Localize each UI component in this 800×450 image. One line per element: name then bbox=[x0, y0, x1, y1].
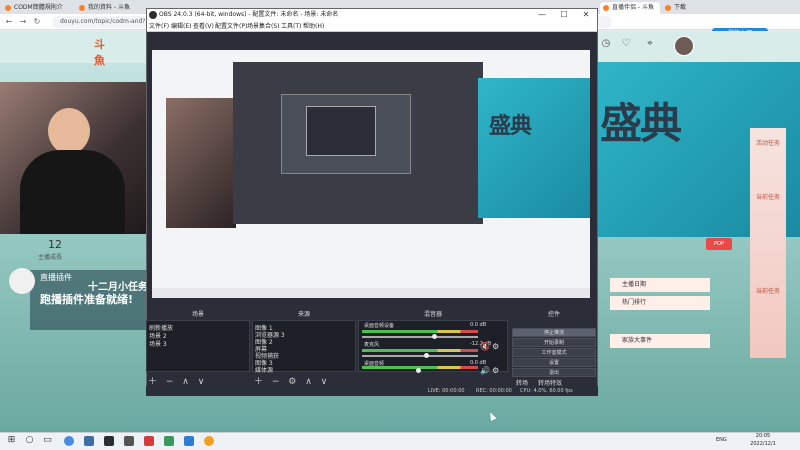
tray-time[interactable]: 20:05 bbox=[746, 433, 780, 440]
side-label: 当前任务 bbox=[755, 194, 780, 201]
status-cpu: CPU: 4.0%, 60.00 fps bbox=[520, 388, 573, 394]
studio-mode-button[interactable]: 工作室模式 bbox=[512, 348, 596, 357]
pop-badge[interactable]: POP bbox=[706, 238, 732, 250]
audio-meter bbox=[362, 349, 478, 352]
search-icon[interactable]: ○ bbox=[24, 435, 35, 446]
side-label: 当前任务 bbox=[755, 288, 780, 295]
streamer-face bbox=[48, 108, 90, 154]
plugin-card-title: 直播插件 bbox=[40, 273, 72, 282]
mixer-dock-title: 混音器 bbox=[423, 311, 442, 318]
app-icon[interactable] bbox=[204, 436, 214, 446]
speaker-icon[interactable]: 🔊 bbox=[480, 366, 490, 375]
forward-icon[interactable]: → bbox=[18, 17, 28, 27]
scene-item[interactable]: 场景 3 bbox=[149, 339, 167, 348]
chrome-icon[interactable] bbox=[64, 436, 74, 446]
volume-knob[interactable] bbox=[424, 353, 429, 358]
right-card[interactable]: 热门排行 bbox=[610, 296, 710, 310]
preview-nested-obs-3 bbox=[306, 106, 376, 156]
app-icon[interactable] bbox=[184, 436, 194, 446]
settings-button[interactable]: 设置 bbox=[512, 358, 596, 367]
exit-button[interactable]: 退出 bbox=[512, 368, 596, 377]
banner-text: 盛典 bbox=[600, 99, 682, 148]
preview-banner bbox=[478, 78, 590, 218]
app-icon[interactable] bbox=[84, 436, 94, 446]
app-icon[interactable] bbox=[164, 436, 174, 446]
site-logo[interactable]: 斗魚 bbox=[94, 36, 114, 67]
right-card[interactable]: 家族大事件 bbox=[610, 334, 710, 348]
follow-icon[interactable]: ♡ bbox=[620, 38, 632, 50]
gear-icon[interactable]: ⚙ bbox=[492, 366, 499, 375]
plugin-avatar bbox=[9, 268, 35, 294]
browser-tab[interactable]: 我的資料 - 斗魚 bbox=[76, 2, 148, 14]
browser-tab-active[interactable]: 直播伴侶 - 斗魚 bbox=[600, 2, 660, 14]
status-rec: REC: 00:00:00 bbox=[476, 388, 512, 394]
right-card[interactable]: 主播日期 bbox=[610, 278, 710, 292]
preview-streamer-video bbox=[166, 98, 236, 228]
mixer-track-db: 0.0 dB bbox=[470, 322, 487, 328]
mute-icon[interactable]: 🔇 bbox=[480, 342, 490, 351]
obs-taskbar-icon[interactable] bbox=[104, 436, 114, 446]
task-view-icon[interactable]: ▭ bbox=[42, 435, 53, 446]
volume-slider[interactable] bbox=[362, 355, 478, 357]
volume-knob[interactable] bbox=[416, 368, 421, 373]
browser-tab[interactable]: CODM簡體規則介 bbox=[2, 2, 74, 14]
location-icon[interactable]: ⌖ bbox=[644, 38, 656, 50]
user-avatar[interactable] bbox=[674, 36, 694, 56]
gear-icon[interactable]: ⚙ bbox=[492, 342, 499, 351]
scenes-dock-title: 场景 bbox=[191, 311, 204, 318]
source-item[interactable]: 媒体源 bbox=[255, 365, 273, 374]
side-activity-column bbox=[750, 128, 786, 358]
viewer-count: 12 bbox=[48, 238, 62, 251]
preview-taskbar bbox=[152, 288, 590, 298]
wps-icon[interactable] bbox=[144, 436, 154, 446]
controls-dock-title: 控件 bbox=[547, 311, 560, 318]
scenes-dock: 刷新播放 场景 2 场景 3 bbox=[146, 320, 250, 372]
sources-dock: 图像 1 浏览器源 3 图像 2 屏幕 视频捕获 图像 3 媒体源 bbox=[252, 320, 356, 374]
browser-tab[interactable]: 下載 bbox=[662, 2, 712, 14]
history-icon[interactable]: ◷ bbox=[600, 38, 612, 50]
mixer-track-name: 麦克风 bbox=[364, 342, 380, 348]
viewer-label: 主播成長 bbox=[38, 254, 63, 261]
side-label: 活动任务 bbox=[755, 140, 780, 147]
volume-slider[interactable] bbox=[362, 336, 478, 338]
start-recording-button[interactable]: 开始录制 bbox=[512, 338, 596, 347]
streamer-shirt bbox=[20, 150, 125, 234]
tray-date[interactable]: 2022/12/1 bbox=[746, 441, 780, 448]
volume-knob[interactable] bbox=[432, 334, 437, 339]
status-live: LIVE: 00:00:00 bbox=[428, 388, 465, 394]
app-icon[interactable] bbox=[124, 436, 134, 446]
mixer-track-name: 桌面音频设备 bbox=[364, 323, 395, 329]
plugin-card-sub: 跑播插件准备就绪! bbox=[40, 293, 134, 306]
audio-meter bbox=[362, 330, 478, 333]
tray-ime[interactable]: ENG bbox=[716, 437, 727, 444]
windows-start-icon[interactable]: ⊞ bbox=[6, 435, 17, 446]
stop-streaming-button[interactable]: 停止推流 bbox=[512, 328, 596, 337]
reload-icon[interactable]: ↻ bbox=[32, 17, 42, 27]
sources-dock-title: 来源 bbox=[297, 311, 310, 318]
windows-taskbar bbox=[0, 432, 800, 450]
back-icon[interactable]: ← bbox=[4, 17, 14, 27]
preview-banner-text: 盛典 bbox=[489, 113, 532, 139]
